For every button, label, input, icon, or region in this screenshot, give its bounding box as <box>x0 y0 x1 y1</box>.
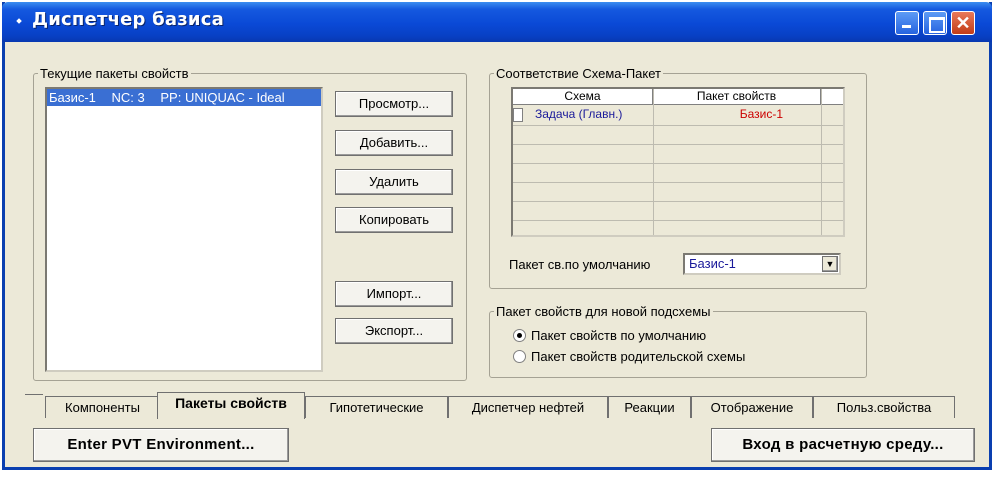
radio-label: Пакет свойств родительской схемы <box>531 349 746 364</box>
default-package-value: Базис-1 <box>689 256 736 271</box>
package-property-package: PP: UNIQUAC - Ideal <box>160 90 285 105</box>
tab-strip-edge <box>25 394 43 395</box>
radio-dot <box>513 350 526 363</box>
grid-line <box>513 182 843 183</box>
current-packages-legend: Текущие пакеты свойств <box>40 66 189 81</box>
export-button[interactable]: Экспорт... <box>335 318 453 344</box>
package-component-count: NC: 3 <box>111 90 145 105</box>
tab-oil-manager[interactable]: Диспетчер нефтей <box>448 396 608 418</box>
app-icon[interactable]: ⬩ <box>12 10 26 30</box>
title-bar[interactable]: ⬩ Диспетчер базиса ✕ <box>2 2 992 42</box>
radio-parent-package[interactable]: Пакет свойств родительской схемы <box>513 349 745 364</box>
default-package-select[interactable]: Базис-1 ▼ <box>683 253 841 275</box>
minimize-button[interactable] <box>895 11 919 35</box>
tab-reactions[interactable]: Реакции <box>608 396 691 418</box>
grid-line <box>513 125 843 126</box>
tab-hypotheticals[interactable]: Гипотетические <box>305 396 448 418</box>
list-item[interactable]: Базис-1 NC: 3 PP: UNIQUAC - Ideal <box>47 89 321 106</box>
tab-components[interactable]: Компоненты <box>45 396 160 418</box>
packages-listbox[interactable]: Базис-1 NC: 3 PP: UNIQUAC - Ideal <box>45 87 323 372</box>
default-package-label: Пакет св.по умолчанию <box>509 257 651 272</box>
row-selector[interactable] <box>513 108 523 122</box>
close-icon: ✕ <box>955 13 971 33</box>
tab-user-properties[interactable]: Польз.свойства <box>813 396 955 418</box>
window-title: Диспетчер базиса <box>32 9 224 30</box>
package-name: Базис-1 <box>49 90 96 105</box>
maximize-icon <box>924 12 946 34</box>
scheme-package-legend: Соответствие Схема-Пакет <box>496 66 661 81</box>
grid-header: Схема Пакет свойств <box>513 89 843 105</box>
grid-divider <box>821 89 822 235</box>
close-button[interactable]: ✕ <box>951 11 975 35</box>
maximize-button[interactable] <box>923 11 947 35</box>
import-button[interactable]: Импорт... <box>335 281 453 307</box>
table-row-scheme[interactable]: Задача (Главн.) <box>535 107 653 124</box>
grid-line <box>513 220 843 221</box>
tab-display[interactable]: Отображение <box>691 396 813 418</box>
radio-default-package[interactable]: Пакет свойств по умолчанию <box>513 328 706 343</box>
basis-manager-window: ⬩ Диспетчер базиса ✕ Текущие пакеты свой… <box>2 2 992 470</box>
column-header-scheme[interactable]: Схема <box>513 89 653 105</box>
grid-line <box>513 163 843 164</box>
chevron-down-icon[interactable]: ▼ <box>822 256 838 272</box>
view-button[interactable]: Просмотр... <box>335 91 453 117</box>
scheme-package-grid[interactable]: Схема Пакет свойств Задача (Главн.) Бази… <box>511 87 845 237</box>
column-header-package[interactable]: Пакет свойств <box>653 89 821 105</box>
tab-strip: Компоненты Пакеты свойств Гипотетические… <box>5 382 989 422</box>
table-row-package[interactable]: Базис-1 <box>653 107 783 124</box>
tab-property-packages[interactable]: Пакеты свойств <box>157 392 305 419</box>
copy-button[interactable]: Копировать <box>335 207 453 233</box>
enter-pvt-button[interactable]: Enter PVT Environment... <box>33 428 289 462</box>
add-button[interactable]: Добавить... <box>335 130 453 156</box>
delete-button[interactable]: Удалить <box>335 169 453 195</box>
radio-label: Пакет свойств по умолчанию <box>531 328 707 343</box>
minimize-icon <box>896 12 918 34</box>
grid-line <box>513 144 843 145</box>
radio-dot <box>513 329 526 342</box>
new-subflowsheet-legend: Пакет свойств для новой подсхемы <box>496 304 711 319</box>
grid-line <box>513 201 843 202</box>
enter-simulation-button[interactable]: Вход в расчетную среду... <box>711 428 975 462</box>
